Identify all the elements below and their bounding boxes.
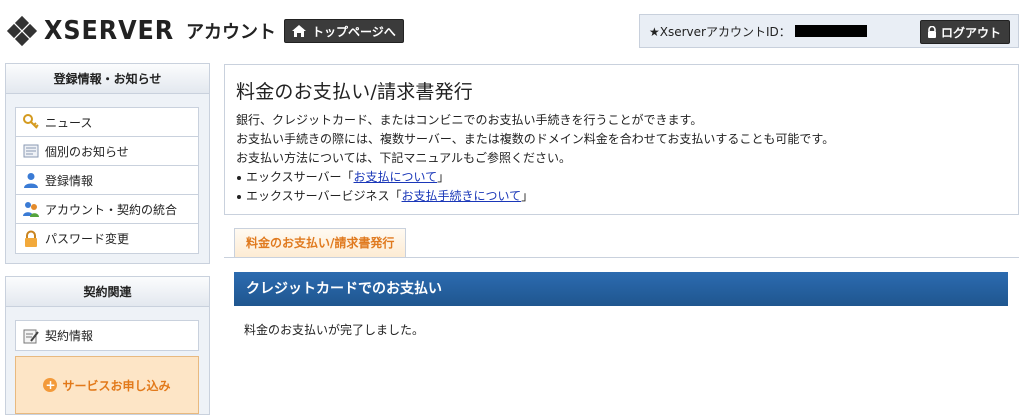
sidebar-info-list: ニュース 個別のお知らせ 登録情報 アカウント・契約の統合 パスワード変更: [15, 107, 199, 254]
manual-suffix: 」: [521, 189, 534, 203]
manual-prefix: エックスサーバー「: [246, 170, 354, 184]
tab-payment-invoice[interactable]: 料金のお支払い/請求書発行: [234, 228, 407, 258]
sidebar-item-label: 個別のお知らせ: [45, 144, 129, 159]
sidebar-item-password[interactable]: パスワード変更: [16, 224, 198, 253]
plus-icon: +: [43, 378, 58, 392]
manual-link-list: エックスサーバー「お支払について」 エックスサーバービジネス「お支払手続きについ…: [236, 168, 1018, 206]
manual-list-item: エックスサーバービジネス「お支払手続きについて」: [236, 187, 1018, 206]
top-page-label: トップページへ: [312, 24, 396, 39]
credit-card-payment-header: クレジットカードでのお支払い: [234, 272, 1008, 306]
lock-icon: [22, 230, 40, 248]
manual-list-item: エックスサーバー「お支払について」: [236, 168, 1018, 187]
sidebar-contract-title: 契約関連: [6, 277, 209, 307]
contract-icon: [22, 327, 40, 345]
page-title: 料金のお支払い/請求書発行: [236, 81, 474, 103]
sidebar-item-registration[interactable]: 登録情報: [16, 166, 198, 195]
intro-text-1: 銀行、クレジットカード、またはコンビニでのお支払い手続きを行うことができます。: [236, 113, 703, 127]
sidebar-item-label: ニュース: [45, 115, 93, 130]
sidebar-item-label: 登録情報: [45, 173, 94, 188]
intro-text-3: お支払い方法については、下記マニュアルもご参照ください。: [236, 151, 572, 165]
account-id-box: ★XserverアカウントID： ログアウト: [639, 14, 1019, 48]
user-icon: [22, 171, 40, 189]
brand-subtitle: アカウント: [186, 22, 276, 43]
service-apply-label: サービスお申し込み: [62, 378, 171, 393]
logo-mark-icon: [6, 15, 38, 47]
payment-complete-message: 料金のお支払いが完了しました。: [244, 323, 425, 337]
manual-prefix: エックスサーバービジネス「: [246, 189, 402, 203]
logout-button[interactable]: ログアウト: [919, 20, 1010, 44]
lock-icon: [927, 26, 936, 38]
logout-label: ログアウト: [940, 25, 1001, 40]
service-apply-button[interactable]: + サービスお申し込み: [15, 356, 199, 414]
sidebar-info-title: 登録情報・お知らせ: [6, 64, 209, 94]
manual-suffix: 」: [437, 170, 450, 184]
sidebar-item-notice[interactable]: 個別のお知らせ: [16, 137, 198, 166]
notice-icon: [22, 142, 40, 160]
account-id-label: ★XserverアカウントID：: [649, 24, 791, 39]
sidebar-contract-list: 契約情報: [15, 320, 199, 351]
sidebar-info-section: 登録情報・お知らせ ニュース 個別のお知らせ 登録情報 アカウント・契約の統合: [5, 63, 210, 264]
home-icon: [291, 24, 307, 38]
sidebar-item-label: パスワード変更: [45, 232, 130, 246]
sidebar-item-label: アカウント・契約の統合: [45, 202, 178, 217]
intro-text-2: お支払い手続きの際には、複数サーバー、または複数のドメイン料金を合わせてお支払い…: [236, 132, 835, 146]
brand-name: XSERVER: [44, 16, 175, 46]
sidebar-item-label: 契約情報: [45, 329, 94, 343]
top-page-button[interactable]: トップページへ: [284, 19, 404, 43]
account-id-redacted: [794, 25, 867, 37]
merge-icon: [22, 200, 40, 218]
payment-intro-panel: 料金のお支払い/請求書発行 銀行、クレジットカード、またはコンビニでのお支払い手…: [224, 64, 1019, 215]
sidebar-item-news[interactable]: ニュース: [16, 108, 198, 137]
sidebar-contract-section: 契約関連 契約情報 + サービスお申し込み: [5, 276, 210, 415]
payment-manual-link[interactable]: お支払について: [354, 170, 438, 184]
sidebar-item-merge[interactable]: アカウント・契約の統合: [16, 195, 198, 224]
xserver-logo[interactable]: XSERVER: [6, 14, 185, 48]
key-news-icon: [22, 113, 40, 131]
sidebar-item-contract[interactable]: 契約情報: [16, 321, 198, 350]
business-payment-manual-link[interactable]: お支払手続きについて: [402, 189, 522, 203]
tab-divider: [224, 257, 1019, 258]
